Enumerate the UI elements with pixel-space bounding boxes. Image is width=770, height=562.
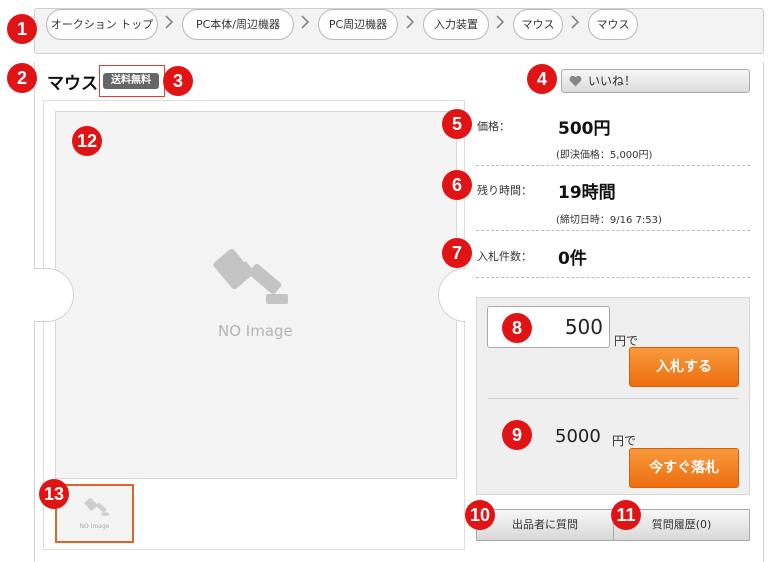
thumbnail-no-image-text: NO Image (79, 523, 110, 530)
chevron-right-icon (164, 15, 174, 29)
callout-badge: 5 (442, 109, 472, 139)
callout-badge: 6 (442, 170, 472, 200)
end-time-note: (締切日時：9/16 7:53) (556, 215, 662, 226)
divider (488, 398, 738, 399)
breadcrumb-item-mouse-current[interactable]: マウス (588, 9, 638, 40)
divider (476, 165, 750, 166)
chevron-right-icon (300, 15, 310, 29)
no-image-text: NO Image (218, 322, 293, 340)
time-left-value: 19時間 (558, 183, 616, 203)
chevron-right-icon (570, 15, 580, 29)
buy-now-button[interactable]: 今すぐ落札 (629, 448, 739, 488)
time-left-label: 残り時間： (477, 184, 532, 197)
callout-badge: 1 (7, 14, 37, 44)
chevron-right-icon (495, 15, 505, 29)
callout-badge: 4 (527, 64, 557, 94)
breadcrumb-item-input-devices[interactable]: 入力装置 (423, 9, 489, 40)
ask-seller-button[interactable]: 出品者に質問 (476, 509, 614, 541)
breadcrumb-item-pc[interactable]: PC本体/周辺機器 (182, 9, 294, 40)
breadcrumb-item-mouse[interactable]: マウス (513, 9, 563, 40)
callout-badge: 13 (39, 479, 69, 509)
divider (476, 277, 750, 278)
breadcrumb-item-pc-peripherals[interactable]: PC周辺機器 (318, 9, 398, 40)
item-title: マウス (47, 74, 98, 94)
free-shipping-badge: 送料無料 (103, 73, 159, 89)
price-label: 価格： (477, 120, 510, 133)
like-button[interactable]: いいね！ (561, 69, 750, 93)
gavel-icon (84, 497, 109, 516)
heart-icon (569, 75, 582, 87)
divider (476, 230, 750, 231)
callout-badge: 3 (163, 66, 193, 96)
callout-badge: 11 (611, 500, 641, 530)
callout-badge: 10 (465, 500, 495, 530)
buyout-price-note: (即決価格：5,000円) (556, 150, 653, 161)
callout-badge: 9 (502, 420, 532, 450)
buyout-unit: 円で (612, 434, 637, 448)
chevron-right-icon (405, 15, 415, 29)
like-label: いいね！ (588, 74, 637, 88)
bid-count-value: 0件 (558, 249, 587, 269)
bid-button[interactable]: 入札する (629, 347, 739, 387)
gavel-icon (213, 248, 288, 304)
callout-badge: 12 (72, 126, 102, 156)
buyout-price: 5000 (555, 426, 601, 447)
callout-badge: 8 (502, 313, 532, 343)
price-value: 500円 (558, 119, 611, 139)
breadcrumb-item-auction-top[interactable]: オークション トップ (46, 9, 158, 40)
callout-badge: 2 (7, 63, 37, 93)
bid-count-label: 入札件数： (477, 250, 532, 263)
callout-badge: 7 (442, 238, 472, 268)
